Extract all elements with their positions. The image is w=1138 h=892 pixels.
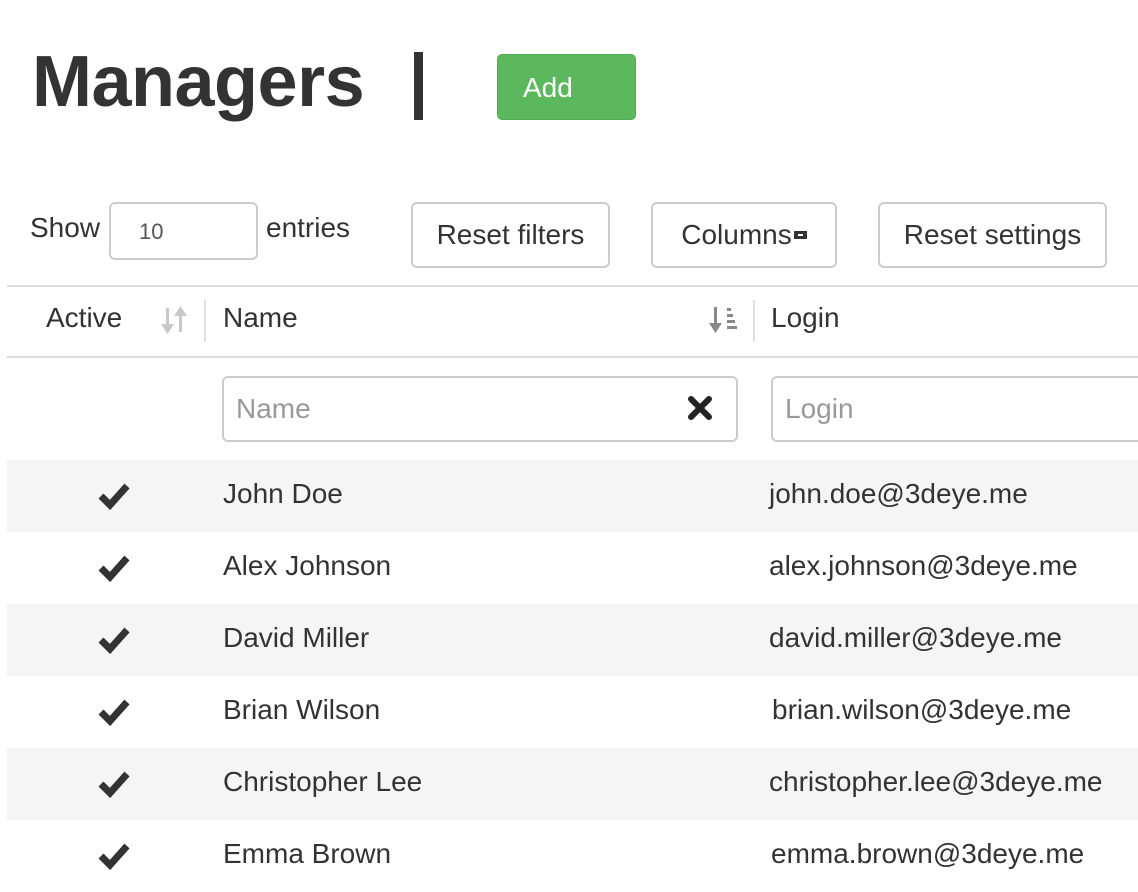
column-header-login[interactable]: Login (771, 302, 840, 334)
cell-login: david.miller@3deye.me (769, 622, 1062, 653)
cell-name: Christopher Lee (223, 766, 423, 797)
add-button[interactable]: Add (497, 54, 636, 120)
entries-label: entries (266, 212, 351, 243)
table-row[interactable]: Alex Johnson alex.johnson@3deye.me (7, 532, 1138, 604)
sort-alpha-desc-icon[interactable] (709, 304, 739, 336)
show-label: Show (30, 212, 101, 243)
reset-settings-button[interactable]: Reset settings (878, 202, 1107, 268)
cell-login: john.doe@3deye.me (769, 478, 1028, 509)
table-top-border (7, 285, 1138, 287)
page-length-input[interactable]: 10 (109, 202, 258, 260)
sort-both-icon[interactable] (160, 304, 190, 336)
title-separator (414, 52, 423, 120)
check-icon (98, 555, 130, 583)
table-row[interactable]: Christopher Lee christopher.lee@3deye.me (7, 748, 1138, 820)
cell-login: emma.brown@3deye.me (771, 838, 1085, 869)
table-row[interactable]: Brian Wilson brian.wilson@3deye.me (7, 676, 1138, 748)
table-header-border (7, 356, 1138, 358)
column-divider (753, 300, 755, 342)
table-row[interactable]: John Doe john.doe@3deye.me (7, 460, 1138, 532)
column-divider (204, 300, 206, 342)
cell-name: John Doe (223, 478, 343, 509)
cell-login: christopher.lee@3deye.me (769, 766, 1103, 797)
cell-name: Brian Wilson (223, 694, 381, 725)
name-filter-input[interactable]: Name (222, 376, 738, 442)
check-icon (98, 843, 130, 871)
reset-settings-label: Reset settings (903, 219, 1082, 250)
table-row[interactable]: David Miller david.miller@3deye.me (7, 604, 1138, 676)
reset-filters-button[interactable]: Reset filters (411, 202, 610, 268)
page-title: Managers (32, 42, 365, 122)
clear-icon[interactable] (685, 393, 715, 423)
cell-login: alex.johnson@3deye.me (769, 550, 1078, 581)
cell-name: Emma Brown (223, 838, 392, 869)
login-filter-input[interactable]: Login (771, 376, 1138, 442)
check-icon (98, 699, 130, 727)
check-icon (98, 483, 130, 511)
cell-login: brian.wilson@3deye.me (772, 694, 1072, 725)
column-header-name[interactable]: Name (223, 302, 298, 334)
cell-name: David Miller (223, 622, 370, 653)
columns-label: Columns (681, 219, 792, 250)
columns-button[interactable]: Columns (651, 202, 837, 268)
column-header-active[interactable]: Active (46, 302, 122, 334)
caret-icon (793, 230, 807, 239)
cell-name: Alex Johnson (223, 550, 392, 581)
check-icon (98, 771, 130, 799)
reset-filters-label: Reset filters (436, 219, 585, 250)
table-row[interactable]: Emma Brown emma.brown@3deye.me (7, 820, 1138, 892)
check-icon (98, 627, 130, 655)
